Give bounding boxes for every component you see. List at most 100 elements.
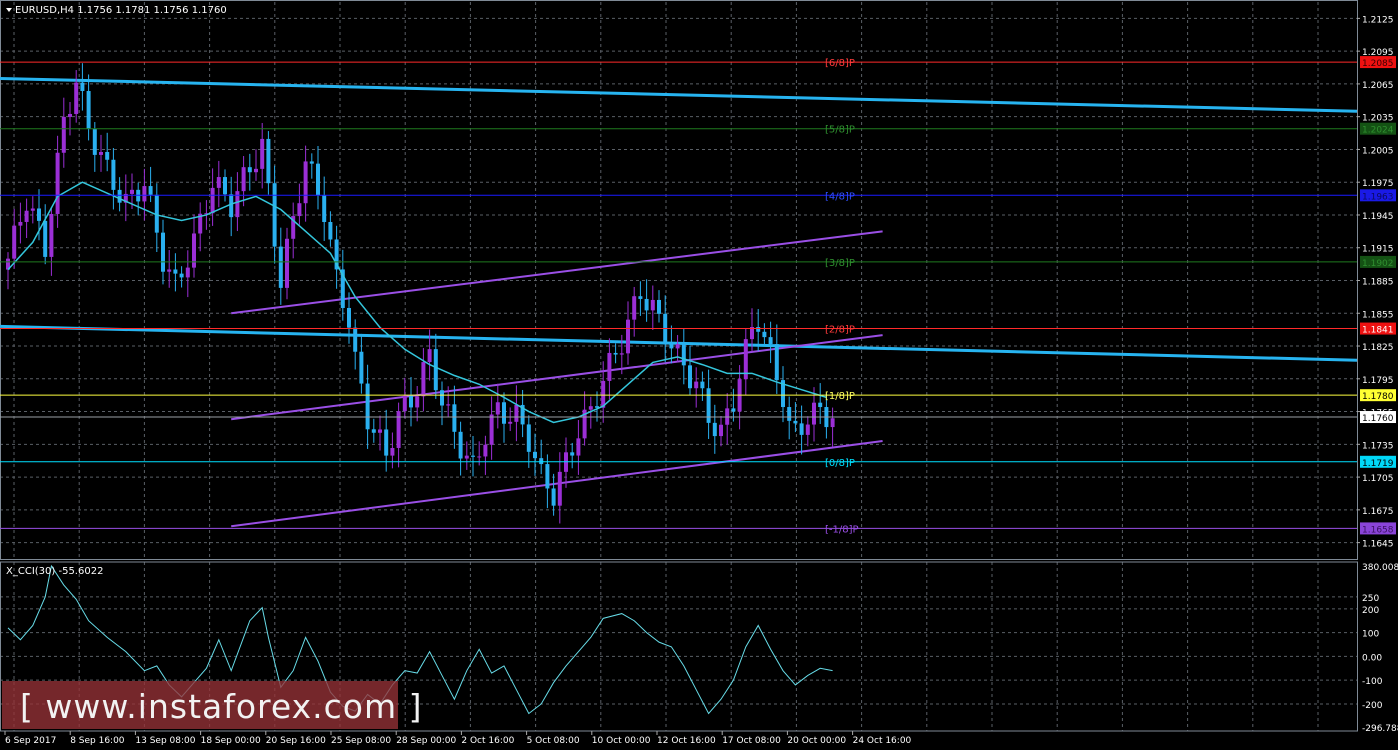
price-tick-label: 1.1735 (1362, 441, 1394, 451)
main-title-group: EURUSD,H4 1.1756 1.1781 1.1756 1.1760 (6, 5, 227, 16)
candle-up (632, 296, 637, 320)
candle-down (409, 395, 413, 408)
candle-up (514, 404, 519, 422)
candle-up (477, 456, 482, 458)
candle-down (92, 129, 97, 155)
level-tag-text: 1.1658 (1362, 525, 1394, 535)
candle-down (452, 404, 457, 432)
candle-up (675, 344, 680, 349)
candle-down (247, 167, 252, 173)
candle-down (818, 402, 823, 408)
candle-up (495, 402, 500, 415)
candle-down (706, 388, 711, 423)
time-tick-label: 25 Sep 08:00 (331, 736, 391, 746)
candle-down (316, 163, 320, 196)
candle-up (588, 406, 593, 410)
candle-up (719, 424, 723, 437)
level-tag-text: 1.1902 (1362, 259, 1394, 269)
candle-down (111, 159, 116, 190)
candle-up (74, 82, 79, 114)
candle-up (812, 402, 816, 425)
candle-down (712, 422, 717, 437)
cci-tick-label: 100 (1362, 630, 1379, 640)
candle-up (830, 418, 835, 428)
cci-title: X_CCI(30) -55.6022 (6, 566, 103, 577)
chart-canvas[interactable]: [6/8]P 1.2085 [5/8]P 1.2024 [4/8]P 1.1963 [3/8… (0, 0, 1398, 750)
candle-down (774, 344, 779, 381)
candle-down (539, 458, 544, 465)
candle-down (681, 344, 686, 366)
candle-up (49, 213, 54, 257)
candle-down (80, 82, 85, 92)
candle-down (613, 352, 618, 355)
time-tick-label: 20 Oct 00:00 (787, 736, 846, 746)
time-tick-label: 12 Oct 16:00 (657, 736, 716, 746)
time-tick-label: 18 Sep 00:00 (201, 736, 261, 746)
candle-down (223, 177, 227, 195)
time-tick-label: 8 Sep 16:00 (70, 736, 125, 746)
candle-down (731, 408, 736, 412)
level-label: [-1/8]P (825, 524, 859, 535)
level-label: [2/8]P (825, 325, 855, 336)
cci-tick-label: 250 (1362, 594, 1379, 604)
candle-up (185, 267, 190, 278)
candle-up (99, 152, 103, 155)
level-label: [4/8]P (825, 191, 855, 202)
candle-up (297, 203, 302, 217)
price-tick-label: 1.1705 (1362, 474, 1394, 484)
time-tick-label: 28 Sep 00:00 (396, 736, 456, 746)
time-tick-label: 6 Sep 2017 (5, 736, 56, 746)
candle-up (489, 414, 494, 445)
candle-down (551, 488, 556, 506)
level-label: [5/8]P (825, 125, 855, 136)
time-tick-label: 13 Sep 08:00 (135, 736, 195, 746)
candle-up (12, 225, 17, 259)
level-tag-text: 1.2085 (1362, 59, 1394, 69)
candle-down (179, 273, 184, 278)
cci-tick-label: -200 (1362, 701, 1383, 711)
candle-down (161, 232, 165, 272)
candle-up (24, 210, 29, 222)
candle-down (148, 186, 153, 195)
candle-up (142, 186, 147, 202)
candle-up (483, 444, 488, 457)
time-tick-label: 5 Oct 08:00 (527, 736, 580, 746)
candle-up (421, 362, 426, 397)
candle-down (570, 452, 575, 456)
candle-down (229, 194, 234, 218)
price-tick-label: 1.1825 (1362, 343, 1394, 353)
candle-down (86, 91, 91, 130)
candle-down (371, 429, 376, 433)
candle-down (700, 381, 705, 389)
price-tick-label: 1.1855 (1362, 310, 1394, 320)
candle-up (192, 233, 196, 268)
level-tag-text: 1.1719 (1362, 459, 1394, 469)
candle-down (309, 161, 314, 164)
price-tick-label: 1.1675 (1362, 507, 1394, 517)
level-tag-text: 1.1963 (1362, 192, 1394, 202)
candle-up (30, 208, 35, 211)
candle-down (433, 349, 438, 391)
candle-down (266, 138, 271, 184)
candle-up (508, 421, 513, 424)
candle-down (384, 429, 389, 456)
candle-down (440, 390, 444, 406)
candle-up (402, 395, 407, 412)
candle-up (303, 161, 308, 204)
candle-up (167, 269, 172, 272)
candle-up (601, 380, 606, 408)
level-label: [6/8]P (825, 58, 855, 69)
candle-up (619, 353, 624, 355)
candle-down (278, 246, 283, 288)
candle-up (68, 113, 72, 117)
level-label: [3/8]P (825, 258, 855, 269)
candle-down (37, 208, 41, 221)
time-tick-label: 10 Oct 00:00 (592, 736, 651, 746)
candle-down (272, 183, 277, 247)
time-tick-label: 24 Oct 16:00 (853, 736, 912, 746)
candle-down (347, 307, 351, 328)
candle-up (576, 438, 581, 456)
candle-up (378, 429, 382, 433)
candle-down (173, 269, 178, 274)
candle-up (390, 447, 395, 456)
